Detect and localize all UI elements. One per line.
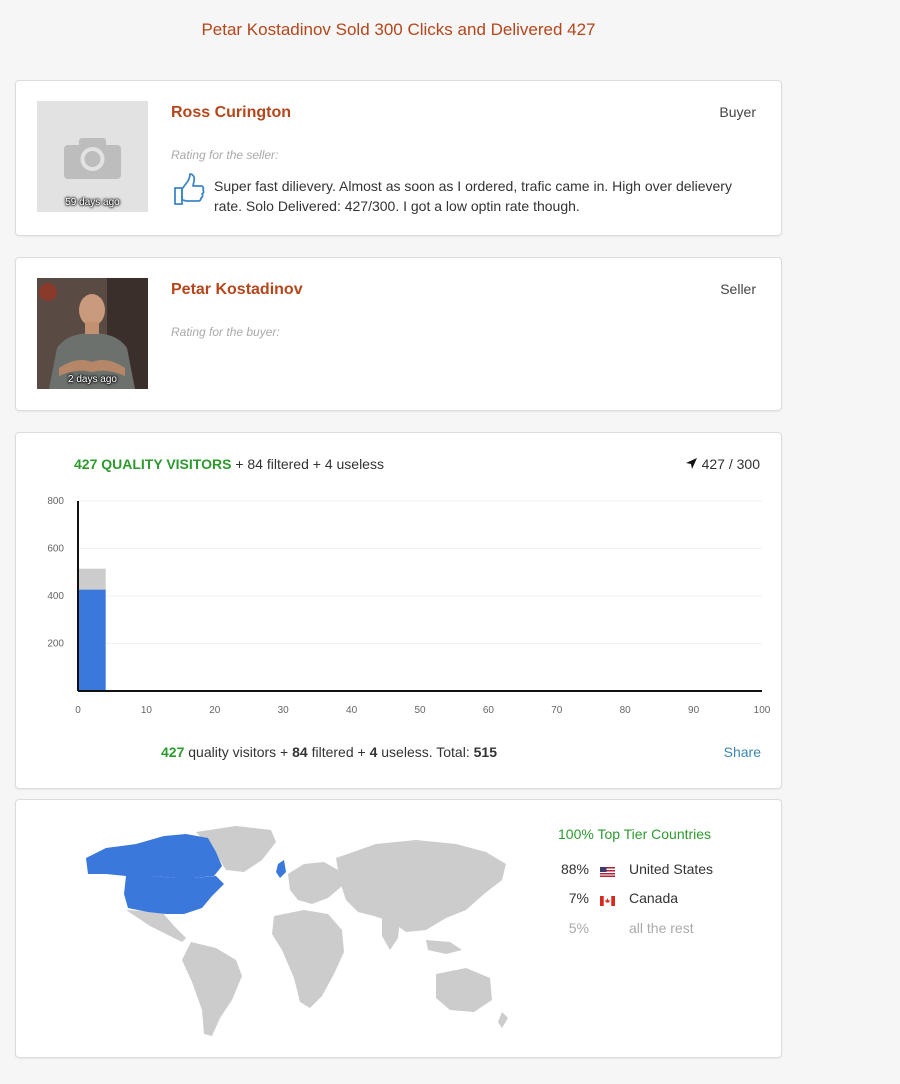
summary-filtered-text: filtered +: [311, 744, 366, 760]
x-tick-label: 20: [209, 705, 221, 716]
country-row-us: 88% United States: [558, 861, 713, 881]
x-tick-label: 40: [346, 705, 358, 716]
role-label: Buyer: [719, 104, 756, 120]
filtered-visitors-bar: [77, 568, 106, 590]
summary-filtered: 84: [292, 744, 308, 760]
avatar-days-ago: 59 days ago: [65, 197, 120, 208]
geo-card: 100% Top Tier Countries 88% United State…: [15, 799, 782, 1058]
world-map: [86, 826, 508, 1036]
rest-pct: 5%: [568, 920, 589, 936]
avatar-days-ago: 2 days ago: [68, 374, 117, 385]
seller-review-card: 2 days ago Petar Kostadinov Seller Ratin…: [15, 257, 782, 411]
rating-label: Rating for the seller:: [171, 148, 279, 162]
buyer-review-card: 59 days ago Ross Curington Buyer Rating …: [15, 80, 782, 236]
y-tick-label: 400: [47, 591, 64, 602]
x-tick-label: 60: [483, 705, 495, 716]
country-pct: 7%: [568, 890, 589, 906]
x-tick-label: 90: [688, 705, 700, 716]
seller-name-link[interactable]: Petar Kostadinov: [171, 281, 303, 299]
x-tick-label: 70: [551, 705, 563, 716]
quality-visitors-bar: [77, 589, 106, 691]
visitors-bar-chart: 800 600 400 200 0 10 20 30 40 50 60 70 80 90 100: [47, 496, 771, 716]
y-tick-label: 800: [47, 496, 64, 507]
thumbs-up-icon: [174, 173, 205, 205]
us-flag-icon: [600, 864, 615, 877]
x-tick-label: 0: [75, 705, 81, 716]
country-row-canada: 7% Canada: [558, 890, 678, 910]
x-tick-label: 50: [414, 705, 426, 716]
review-text: Super fast dilievery. Almost as soon as …: [214, 178, 732, 214]
summary-total: 515: [473, 744, 497, 760]
summary-useless-text: useless. Total:: [381, 744, 470, 760]
summary-quality: 427: [161, 744, 185, 760]
x-tick-label: 10: [141, 705, 153, 716]
x-tick-label: 80: [620, 705, 632, 716]
camera-icon: [64, 138, 121, 179]
country-name: United States: [629, 861, 714, 877]
summary-useless: 4: [369, 744, 378, 760]
country-row-rest: 5% all the rest: [558, 920, 694, 940]
seller-avatar[interactable]: 2 days ago: [37, 278, 148, 389]
buyer-name-link[interactable]: Ross Curington: [171, 104, 291, 122]
visitors-chart-card: 427 QUALITY VISITORS + 84 filtered + 4 u…: [15, 432, 782, 789]
summary-quality-text: quality visitors +: [188, 744, 289, 760]
role-label: Seller: [720, 281, 756, 297]
rest-label: all the rest: [629, 920, 694, 936]
country-pct: 88%: [560, 861, 589, 877]
canada-flag-icon: [600, 893, 615, 906]
x-tick-label: 100: [754, 705, 771, 716]
page-title: Petar Kostadinov Sold 300 Clicks and Del…: [201, 20, 596, 39]
y-tick-label: 600: [47, 544, 64, 555]
y-tick-label: 200: [47, 639, 64, 650]
avatar-placeholder: 59 days ago: [37, 101, 148, 212]
x-tick-label: 30: [278, 705, 290, 716]
visitors-summary: 427 quality visitors + 84 filtered + 4 u…: [16, 744, 642, 760]
country-name: Canada: [629, 890, 679, 906]
rating-label: Rating for the buyer:: [171, 325, 280, 339]
seller-photo: [37, 278, 148, 389]
share-link[interactable]: Share: [724, 744, 761, 760]
geo-header: 100% Top Tier Countries: [558, 826, 712, 842]
